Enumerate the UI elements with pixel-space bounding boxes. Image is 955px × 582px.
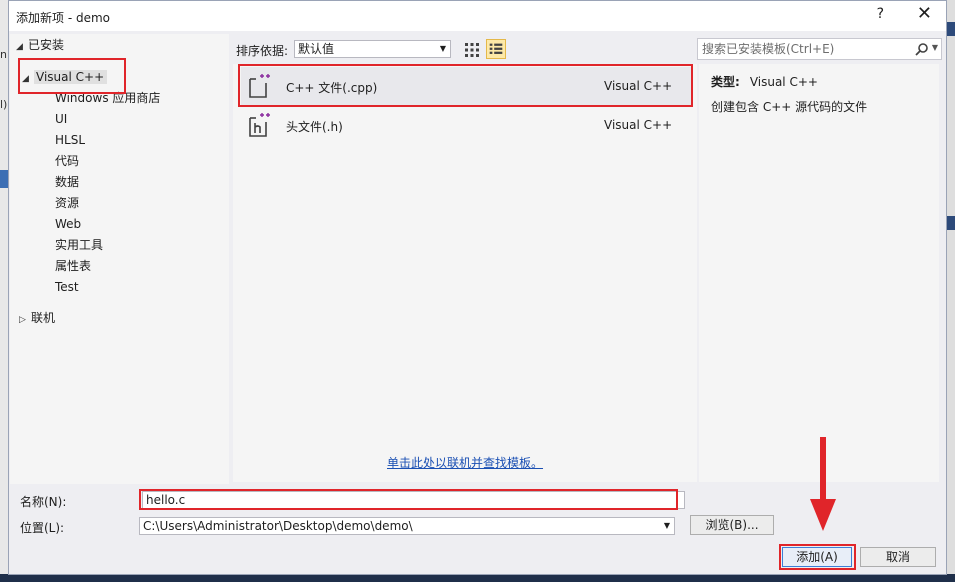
grid-view-icon[interactable] [462,40,482,60]
close-button[interactable]: ✕ [917,3,932,24]
template-name: 头文件(.h) [286,120,343,134]
chevron-down-icon: ▼ [663,518,670,534]
add-button[interactable]: 添加(A) [782,547,852,567]
tree-node-code[interactable]: 代码 [55,152,79,171]
search-icon[interactable] [915,42,929,56]
background-ide-bottom [0,574,955,582]
details-type-value: Visual C++ [749,75,818,89]
dialog-title: 添加新项 - demo [16,11,110,25]
tree-node-property-sheets[interactable]: 属性表 [55,257,91,276]
background-fragment: n [0,48,7,61]
tree-node-installed[interactable]: ◢ 已安装 [16,36,64,55]
header-file-icon [249,113,270,137]
tree-node-resources[interactable]: 资源 [55,194,79,213]
browse-button[interactable]: 浏览(B)... [690,515,774,535]
details-type: 类型: Visual C++ [711,73,818,90]
search-input[interactable] [702,42,902,56]
details-description: 创建包含 C++ 源代码的文件 [711,100,868,114]
location-value: C:\Users\Administrator\Desktop\demo\demo… [143,519,413,533]
cancel-button[interactable]: 取消 [860,547,936,567]
background-fragment [947,22,955,36]
name-label: 名称(N): [20,495,67,509]
tree-node-web[interactable]: Web [55,215,81,234]
location-label: 位置(L): [20,521,65,535]
template-item-header[interactable]: 头文件(.h) Visual C++ [241,106,693,144]
tree-node-label: Visual C++ [34,70,108,84]
tree-node-label: 已安装 [28,38,65,52]
title-bar: 添加新项 - demo ? ✕ [9,1,946,31]
sort-label: 排序依据: [236,44,289,58]
sort-select[interactable]: 默认值 ▼ [294,40,451,58]
tree-node-data[interactable]: 数据 [55,173,79,192]
background-fragment [947,216,955,230]
collapse-arrow-icon[interactable]: ◢ [22,70,34,89]
chevron-down-icon[interactable]: ▼ [932,43,938,52]
tree-node-online[interactable]: ▷ 联机 [19,309,55,328]
category-tree: ◢ 已安装 ◢ Visual C++ Windows 应用商店 UI HLSL 代码… [10,34,229,484]
background-ide-right [947,0,955,582]
template-language: Visual C++ [604,118,673,132]
cpp-file-icon [249,74,270,98]
tree-node-hlsl[interactable]: HLSL [55,131,85,150]
location-select[interactable]: C:\Users\Administrator\Desktop\demo\demo… [139,517,675,535]
template-item-cpp[interactable]: C++ 文件(.cpp) Visual C++ [241,67,693,105]
tree-node-visual-cpp[interactable]: ◢ Visual C++ [22,68,108,89]
chevron-down-icon: ▼ [439,44,446,53]
tree-node-windows-store[interactable]: Windows 应用商店 [55,89,160,108]
background-fragment [0,170,8,188]
help-button[interactable]: ? [877,6,884,22]
tree-node-utility[interactable]: 实用工具 [55,236,103,255]
list-view-icon[interactable] [486,39,506,59]
collapse-arrow-icon[interactable]: ◢ [16,38,28,57]
template-list: C++ 文件(.cpp) Visual C++ 头文件(.h) Visual C… [233,64,697,482]
template-name: C++ 文件(.cpp) [286,81,378,95]
template-search-box: ▼ [697,38,942,60]
sort-select-value: 默认值 [298,42,335,56]
name-field[interactable] [142,491,685,509]
details-type-label: 类型: [711,75,740,89]
online-templates-link[interactable]: 单击此处以联机并查找模板。 [387,454,543,471]
tree-node-label: 联机 [31,311,56,325]
template-language: Visual C++ [604,79,673,93]
background-ide-left: n l) [0,0,8,582]
expand-arrow-icon[interactable]: ▷ [19,311,31,330]
background-fragment: l) [0,98,8,111]
tree-node-test[interactable]: Test [55,278,79,297]
template-details: 类型: Visual C++ 创建包含 C++ 源代码的文件 [699,64,939,482]
add-new-item-dialog: 添加新项 - demo ? ✕ ◢ 已安装 ◢ Visual C++ Windows… [8,0,947,575]
tree-node-ui[interactable]: UI [55,110,67,129]
